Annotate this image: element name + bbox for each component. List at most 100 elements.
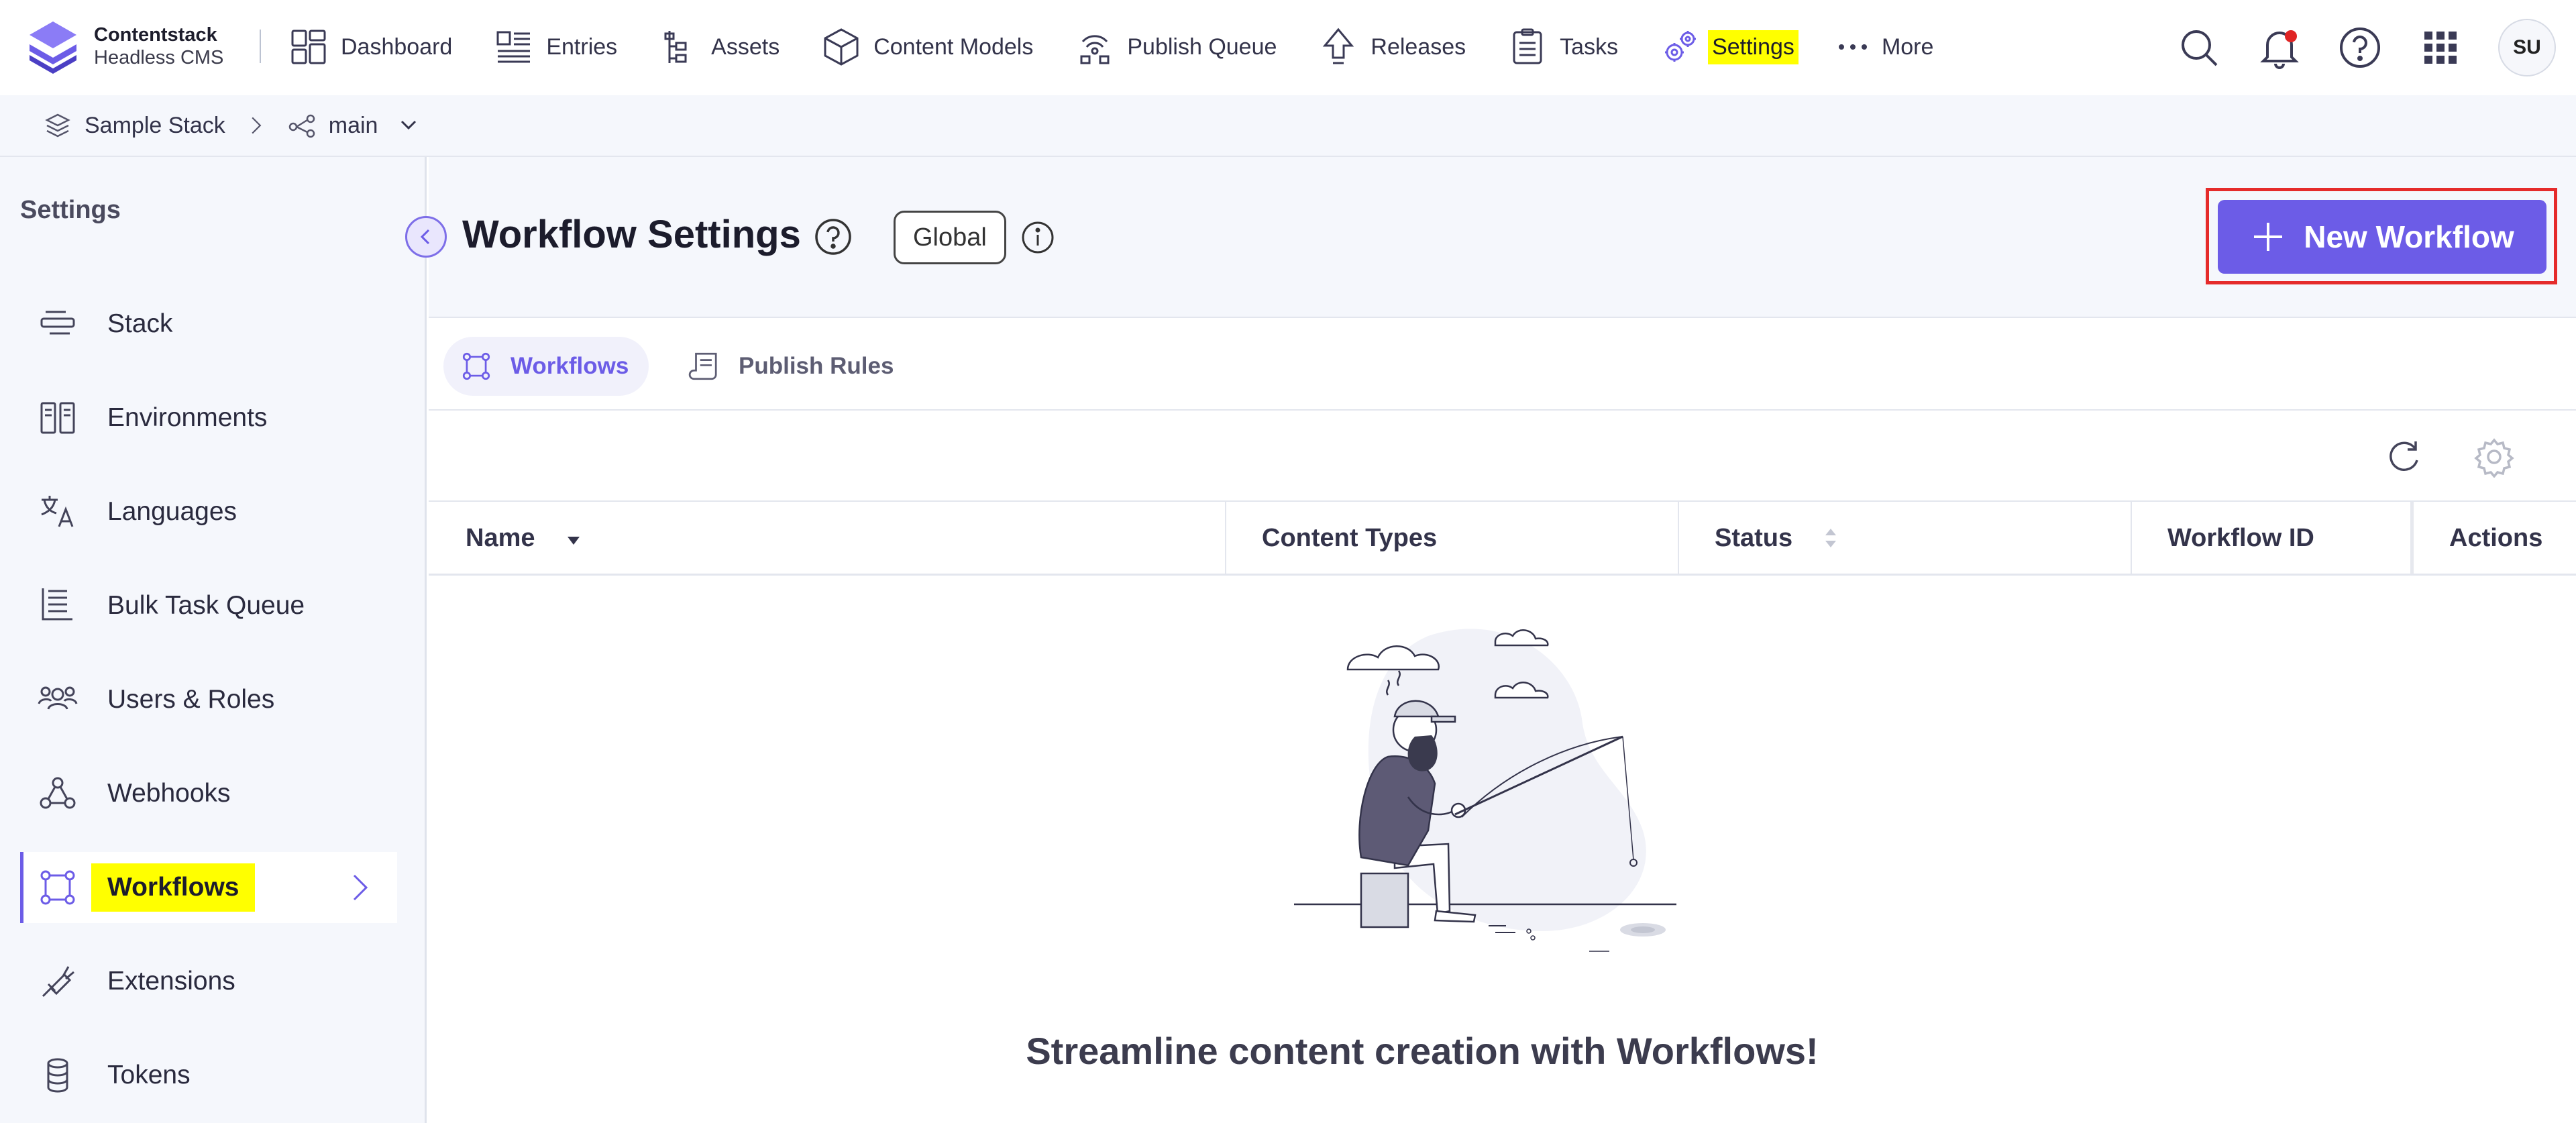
stack-icon	[40, 311, 75, 335]
sidebar-item-label: Stack	[107, 309, 173, 338]
table-toolbar	[429, 411, 2576, 502]
nav-label: Content Models	[873, 34, 1034, 60]
column-header-workflow-id: Workflow ID	[2167, 523, 2314, 552]
breadcrumb-stack[interactable]: Sample Stack	[43, 111, 225, 140]
breadcrumb: Sample Stack main	[0, 95, 2576, 157]
table-header: Name Content Types Status Workflow ID Ac…	[429, 502, 2576, 576]
plus-icon	[2254, 223, 2283, 251]
environments-icon	[40, 402, 75, 434]
content-models-icon	[824, 28, 859, 66]
page-title: Workflow Settings	[462, 213, 801, 256]
breadcrumb-branch-label: main	[328, 112, 378, 138]
sidebar-item-workflows[interactable]: Workflows	[20, 852, 397, 923]
nav-assets[interactable]: Assets	[659, 20, 784, 74]
tab-label: Publish Rules	[739, 353, 894, 379]
nav-releases[interactable]: Releases	[1318, 20, 1470, 74]
nav-label: More	[1881, 34, 1934, 60]
nav-settings[interactable]: Settings	[1660, 20, 1799, 74]
more-dots-icon	[1838, 44, 1867, 50]
nav-label: Assets	[711, 34, 780, 60]
users-roles-icon	[38, 686, 78, 710]
branch-icon	[288, 114, 315, 138]
column-header-actions: Actions	[2449, 523, 2543, 552]
column-header-content-types: Content Types	[1262, 523, 1438, 552]
chevron-left-icon	[420, 229, 430, 245]
fisherman-illustration	[1294, 629, 1676, 952]
sidebar-item-tokens[interactable]: Tokens	[20, 1040, 397, 1111]
app-switcher-button[interactable]	[2418, 25, 2463, 70]
sidebar-item-label: Users & Roles	[107, 685, 275, 714]
sidebar-item-bulk-task-queue[interactable]: Bulk Task Queue	[20, 570, 397, 641]
settings-sidebar: Settings Stack Environments Languages Bu…	[0, 157, 427, 1123]
grid-apps-icon	[2424, 32, 2457, 64]
nav-label: Releases	[1371, 34, 1466, 60]
nav-more[interactable]: More	[1836, 20, 1937, 74]
new-workflow-button[interactable]: New Workflow	[2218, 200, 2546, 274]
sidebar-item-extensions[interactable]: Extensions	[20, 946, 397, 1017]
releases-icon	[1323, 28, 1354, 64]
empty-state-message: Streamline content creation with Workflo…	[1026, 1030, 1819, 1072]
workflows-icon	[40, 870, 75, 905]
nav-label: Entries	[546, 34, 618, 60]
sidebar-item-label: Bulk Task Queue	[107, 591, 305, 620]
sidebar-item-languages[interactable]: Languages	[20, 476, 397, 547]
top-right-actions: SU	[2141, 19, 2556, 76]
main-content: Workflow Settings Global New Workflow Wo…	[405, 157, 2576, 1123]
tasks-icon	[1513, 28, 1542, 64]
sidebar-item-stack[interactable]: Stack	[20, 288, 397, 360]
nav-tasks[interactable]: Tasks	[1507, 20, 1622, 74]
column-header-status[interactable]: Status	[1715, 502, 1842, 574]
sidebar-title: Settings	[20, 196, 121, 224]
sidebar-item-label: Extensions	[107, 967, 235, 996]
nav-dashboard[interactable]: Dashboard	[288, 20, 456, 74]
column-header-name[interactable]: Name	[466, 502, 585, 574]
notifications-button[interactable]	[2257, 25, 2302, 70]
gear-icon[interactable]	[2473, 436, 2515, 478]
chevron-down-icon	[401, 120, 417, 130]
global-search-button[interactable]	[2176, 25, 2222, 70]
sidebar-item-label: Languages	[107, 497, 237, 526]
nav-label: Settings	[1708, 30, 1799, 64]
brand-divider	[260, 30, 261, 63]
user-avatar[interactable]: SU	[2498, 19, 2556, 76]
webhooks-icon	[40, 777, 76, 809]
sidebar-item-webhooks[interactable]: Webhooks	[20, 758, 397, 829]
nav-label: Dashboard	[341, 34, 453, 60]
tokens-icon	[47, 1058, 68, 1093]
sidebar-item-environments[interactable]: Environments	[20, 382, 397, 453]
scope-badge: Global	[894, 211, 1006, 264]
tab-publish-rules[interactable]: Publish Rules	[672, 337, 914, 396]
chevron-right-icon	[353, 874, 368, 901]
help-button[interactable]	[2337, 25, 2383, 70]
brand[interactable]: Contentstack Headless CMS	[24, 17, 223, 75]
tab-workflows[interactable]: Workflows	[443, 337, 649, 396]
help-circle-icon[interactable]	[814, 217, 853, 256]
search-icon	[2182, 30, 2218, 66]
bulk-task-queue-icon	[42, 588, 72, 621]
workflows-icon	[462, 352, 490, 380]
empty-state: Streamline content creation with Workflo…	[429, 576, 2576, 1123]
nav-content-models[interactable]: Content Models	[821, 20, 1037, 74]
nav-publish-queue[interactable]: Publish Queue	[1075, 20, 1281, 74]
nav-entries[interactable]: Entries	[494, 20, 621, 74]
entries-icon	[496, 31, 531, 63]
tabs-bar: Workflows Publish Rules	[429, 318, 2576, 411]
brand-product: Headless CMS	[94, 47, 224, 68]
sidebar-item-label: Workflows	[91, 863, 256, 912]
nav-label: Tasks	[1560, 34, 1619, 60]
notification-badge	[2285, 30, 2297, 42]
sidebar-item-users-roles[interactable]: Users & Roles	[20, 664, 397, 735]
info-icon[interactable]	[1020, 220, 1055, 255]
help-circle-icon	[2340, 28, 2380, 68]
sidebar-item-label: Environments	[107, 403, 268, 432]
collapse-sidebar-button[interactable]	[405, 216, 447, 258]
branch-selector[interactable]: main	[287, 111, 421, 140]
publish-rules-icon	[688, 352, 717, 380]
stack-layers-icon	[45, 113, 70, 138]
new-workflow-button-label: New Workflow	[2304, 219, 2514, 254]
top-navigation-bar: Contentstack Headless CMS Dashboard Entr…	[0, 0, 2576, 95]
column-divider	[2131, 502, 2132, 574]
contentstack-logo-icon	[30, 21, 76, 74]
refresh-icon[interactable]	[2383, 436, 2425, 478]
sidebar-item-label: Webhooks	[107, 779, 231, 808]
